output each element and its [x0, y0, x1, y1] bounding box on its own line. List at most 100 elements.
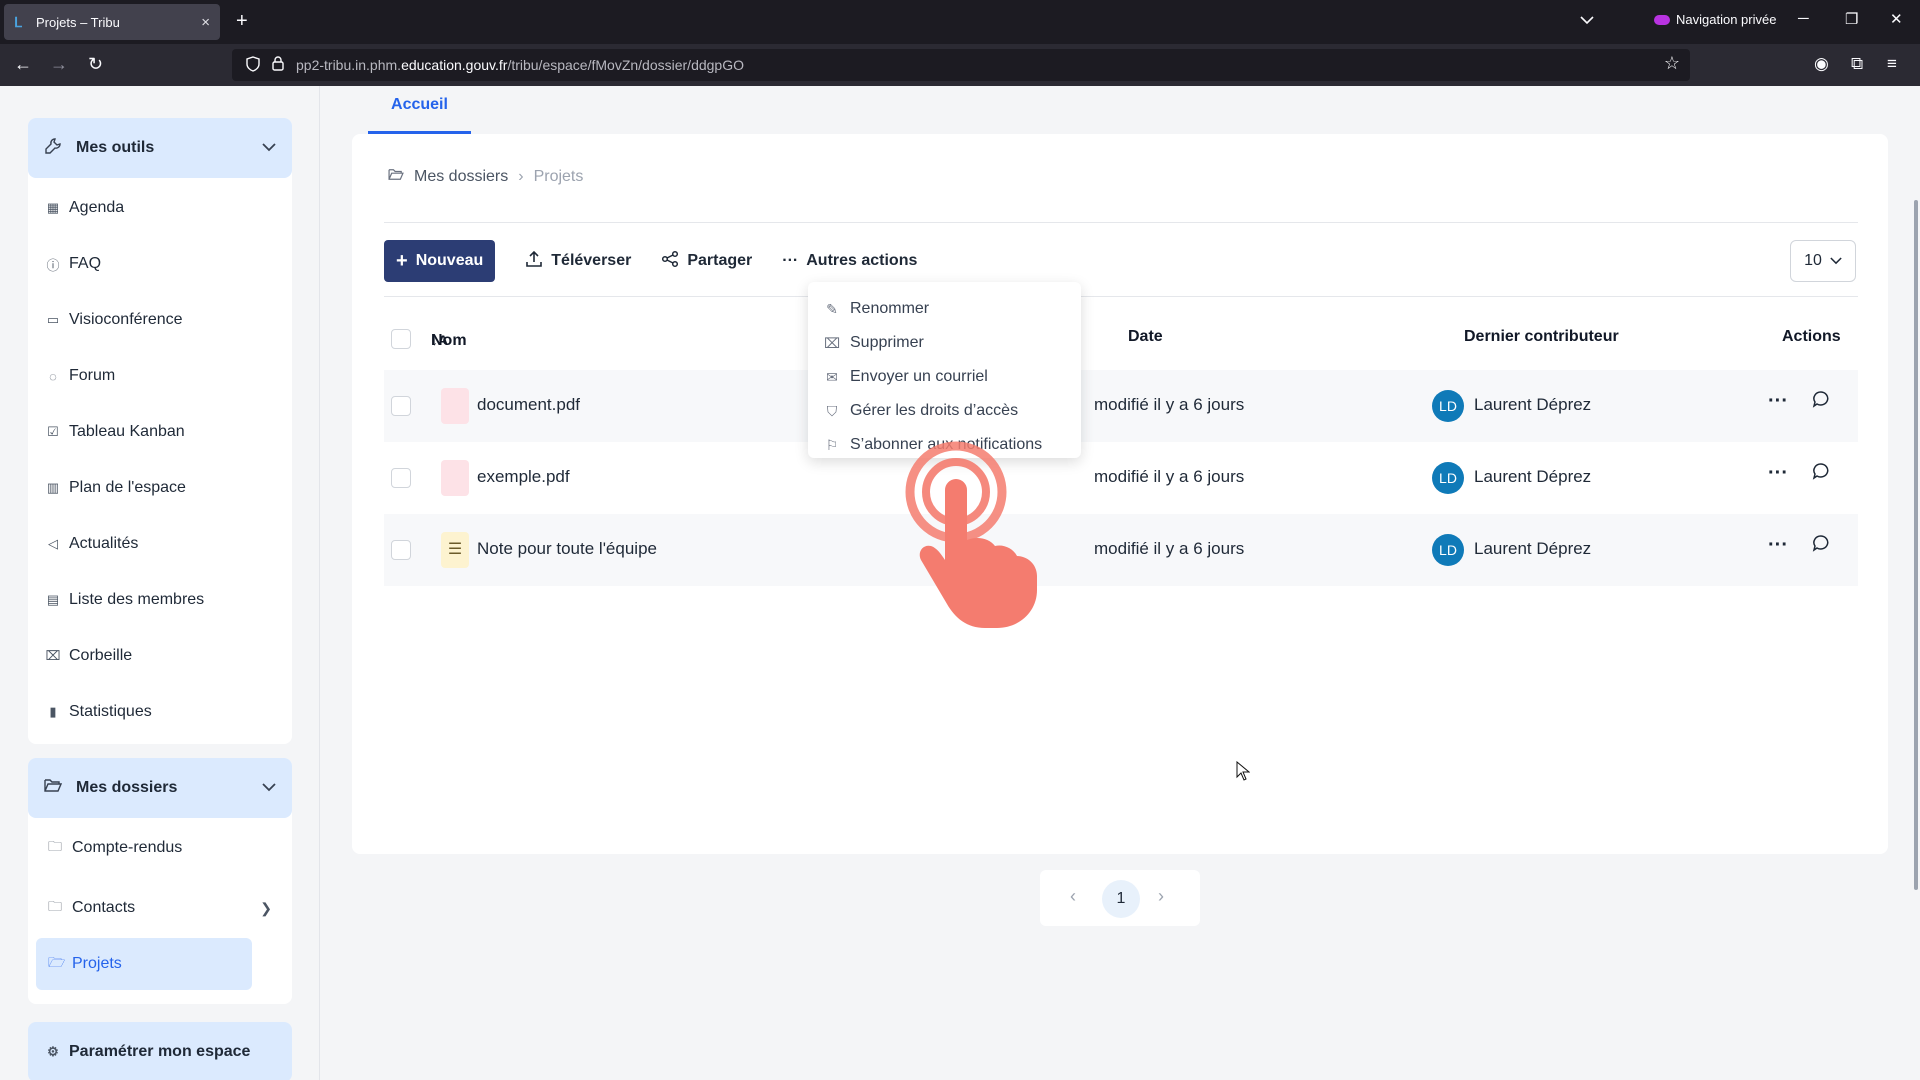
- page-size-select[interactable]: 10: [1790, 240, 1856, 282]
- folders-header[interactable]: Mes dossiers: [28, 758, 292, 818]
- folders-card: Mes dossiers 🗀 Compte-rendus 🗀 Contacts ❯ 🗁…: [28, 758, 292, 1004]
- sidebar-item-members[interactable]: ▤ Liste des membres: [28, 572, 292, 628]
- chart-icon: ▮: [49, 704, 57, 719]
- url-text: pp2-tribu.in.phm.education.gouv.fr/tribu…: [296, 57, 744, 73]
- chevron-right-icon: ›: [518, 168, 524, 185]
- menu-item-access[interactable]: ⛉ Gérer les droits d’accès: [808, 394, 1081, 428]
- breadcrumb: Mes dossiers › Projets: [388, 168, 583, 186]
- wrench-icon: [44, 137, 64, 160]
- url-bar[interactable]: pp2-tribu.in.phm.education.gouv.fr/tribu…: [232, 49, 1690, 81]
- browser-nav-bar: ← → ↻ pp2-tribu.in.phm.education.gouv.fr…: [0, 44, 1920, 86]
- browser-tab[interactable]: ᒪ Projets – Tribu ×: [4, 4, 220, 40]
- forward-icon[interactable]: →: [50, 52, 68, 76]
- minimize-icon[interactable]: ─: [1798, 10, 1809, 27]
- file-name[interactable]: Note pour toute l'équipe: [477, 539, 657, 559]
- sort-icon[interactable]: ↓A: [431, 332, 448, 348]
- sidebar-item-forum[interactable]: ◌ Forum: [28, 348, 292, 404]
- contributor-name: Laurent Déprez: [1474, 539, 1592, 558]
- restore-icon[interactable]: ❐: [1845, 10, 1858, 28]
- tools-header[interactable]: Mes outils: [28, 118, 292, 178]
- sidebar-item-kanban[interactable]: ☑ Tableau Kanban: [28, 404, 292, 460]
- private-label: Navigation privée: [1676, 12, 1777, 27]
- avatar: LD: [1432, 390, 1464, 422]
- gear-icon: ⚙: [47, 1044, 59, 1059]
- share-button[interactable]: Partager: [661, 250, 752, 273]
- list-tabs-icon[interactable]: [1580, 12, 1594, 30]
- megaphone-icon: ◁: [48, 536, 58, 551]
- tracking-shield-icon[interactable]: [246, 55, 260, 75]
- edit-icon: ✎: [826, 300, 838, 317]
- more-icon[interactable]: ···: [1768, 462, 1788, 485]
- lock-icon[interactable]: [272, 56, 284, 74]
- tab-accueil[interactable]: Accueil: [368, 86, 471, 134]
- ellipsis-icon: ···: [782, 252, 799, 269]
- sidebar-item-news[interactable]: ◁ Actualités: [28, 516, 292, 572]
- extensions-icon[interactable]: ⧉: [1851, 54, 1863, 74]
- account-icon[interactable]: ◉: [1814, 54, 1829, 74]
- select-all-checkbox[interactable]: [391, 329, 411, 349]
- sidebar-item-agenda[interactable]: ▦ Agenda: [28, 180, 292, 236]
- row-checkbox[interactable]: [391, 540, 411, 560]
- comment-icon[interactable]: [1812, 534, 1830, 557]
- folder-open-icon: [388, 168, 404, 186]
- comment-icon[interactable]: [1812, 462, 1830, 485]
- chevron-down-icon: [262, 139, 276, 157]
- scrollbar[interactable]: [1914, 200, 1918, 890]
- more-icon[interactable]: ···: [1768, 534, 1788, 557]
- new-tab-button[interactable]: +: [236, 10, 248, 32]
- new-button[interactable]: + Nouveau: [384, 240, 496, 282]
- sidebar-item-visio[interactable]: ▭ Visioconférence: [28, 292, 292, 348]
- previous-page-icon[interactable]: ‹: [1070, 886, 1076, 907]
- sidebar-item-stats[interactable]: ▮ Statistiques: [28, 684, 292, 740]
- pdf-file-icon: [441, 388, 469, 424]
- contributor-name: Laurent Déprez: [1474, 467, 1592, 486]
- forum-icon: ◌: [49, 368, 57, 384]
- table-row[interactable]: ☰ Note pour toute l'équipe modifié il y …: [384, 514, 1858, 586]
- more-actions-dropdown: ✎ Renommer ⌧ Supprimer ✉ Envoyer un courrie…: [808, 282, 1081, 458]
- more-actions-button[interactable]: ··· Autres actions: [782, 252, 917, 270]
- help-icon: ⓘ: [46, 257, 60, 273]
- sidebar-item-faq[interactable]: ⓘ FAQ: [28, 236, 292, 292]
- tab-title: Projets – Tribu: [36, 14, 120, 30]
- next-page-icon[interactable]: ›: [1158, 886, 1164, 907]
- contributor-name: Laurent Déprez: [1474, 395, 1592, 414]
- mouse-cursor-icon: [1236, 760, 1251, 786]
- chevron-right-icon[interactable]: ❯: [260, 900, 272, 917]
- menu-item-email[interactable]: ✉ Envoyer un courriel: [808, 360, 1081, 394]
- folder-contacts[interactable]: 🗀 Contacts ❯: [28, 878, 292, 938]
- file-name[interactable]: exemple.pdf: [477, 467, 570, 487]
- upload-button[interactable]: Téléverser: [525, 250, 631, 273]
- table-row[interactable]: exemple.pdf modifié il y a 6 jours LD La…: [384, 442, 1858, 514]
- menu-item-delete[interactable]: ⌧ Supprimer: [808, 326, 1081, 360]
- pdf-file-icon: [441, 460, 469, 496]
- map-icon: ▥: [46, 480, 60, 495]
- video-icon: ▭: [46, 312, 60, 327]
- bookmark-star-icon[interactable]: ☆: [1664, 53, 1680, 74]
- menu-icon[interactable]: ≡: [1887, 54, 1897, 74]
- breadcrumb-root[interactable]: Mes dossiers: [414, 168, 508, 186]
- divider: [384, 296, 1858, 297]
- settings-button[interactable]: ⚙ Paramétrer mon espace: [28, 1022, 292, 1080]
- comment-icon[interactable]: [1812, 390, 1830, 413]
- page-number[interactable]: 1: [1102, 880, 1140, 918]
- close-window-icon[interactable]: ✕: [1890, 10, 1903, 28]
- column-date: Date: [1128, 328, 1163, 345]
- file-name[interactable]: document.pdf: [477, 395, 580, 415]
- row-checkbox[interactable]: [391, 468, 411, 488]
- shield-icon: ⛉: [826, 402, 838, 419]
- sidebar-item-trash[interactable]: ⌧ Corbeille: [28, 628, 292, 684]
- table-row[interactable]: document.pdf modifié il y a 6 jours LD L…: [384, 370, 1858, 442]
- folder-compte-rendus[interactable]: 🗀 Compte-rendus: [28, 818, 292, 878]
- tab-close-icon[interactable]: ×: [201, 14, 210, 31]
- folder-projets[interactable]: 🗁 Projets: [36, 938, 252, 990]
- trash-icon: ⌧: [824, 334, 841, 351]
- more-icon[interactable]: ···: [1768, 390, 1788, 413]
- reload-icon[interactable]: ↻: [88, 52, 103, 76]
- menu-item-rename[interactable]: ✎ Renommer: [808, 292, 1081, 326]
- plus-icon: +: [396, 249, 408, 272]
- row-checkbox[interactable]: [391, 396, 411, 416]
- breadcrumb-current: Projets: [533, 168, 584, 185]
- sidebar-item-plan[interactable]: ▥ Plan de l'espace: [28, 460, 292, 516]
- back-icon[interactable]: ←: [14, 52, 32, 76]
- note-file-icon: ☰: [441, 532, 469, 568]
